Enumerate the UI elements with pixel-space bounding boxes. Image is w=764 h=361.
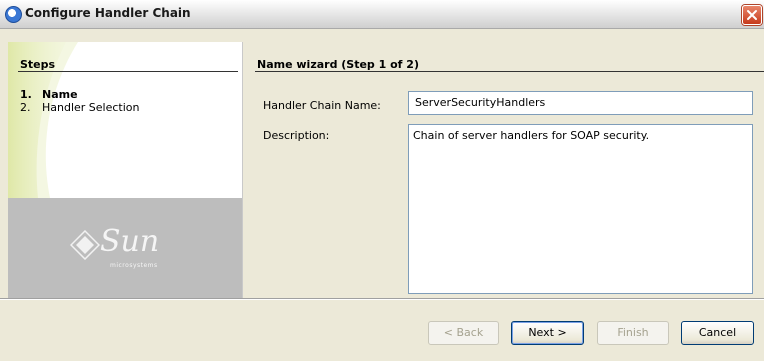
sun-diamond-icon <box>70 230 100 260</box>
dialog-window: Configure Handler Chain Steps 1. Name 2. H… <box>0 0 764 361</box>
sun-logo: Sun microsystems <box>70 220 180 280</box>
window-title: Configure Handler Chain <box>25 6 191 20</box>
logo-area: Sun microsystems <box>8 198 242 298</box>
description-label: Description: <box>263 129 330 142</box>
description-textarea[interactable]: Chain of server handlers for SOAP securi… <box>408 124 753 294</box>
app-icon <box>5 6 22 23</box>
back-button[interactable]: < Back <box>428 321 499 345</box>
close-icon <box>747 10 757 20</box>
step-number: 2. <box>20 101 31 114</box>
wizard-divider <box>255 71 764 72</box>
finish-button[interactable]: Finish <box>597 321 669 345</box>
description-text: Chain of server handlers for SOAP securi… <box>413 129 650 142</box>
next-button[interactable]: Next > <box>511 321 584 345</box>
step-item-handler-selection: 2. Handler Selection <box>20 101 140 114</box>
handler-chain-name-label: Handler Chain Name: <box>263 99 381 112</box>
step-label: Name <box>42 88 78 101</box>
wizard-title: Name wizard (Step 1 of 2) <box>257 58 419 71</box>
step-item-name: 1. Name <box>20 88 78 101</box>
wizard-panel: Name wizard (Step 1 of 2) Handler Chain … <box>243 42 764 298</box>
logo-subtext: microsystems <box>110 262 158 269</box>
cancel-button[interactable]: Cancel <box>681 321 754 345</box>
step-label: Handler Selection <box>42 101 140 114</box>
steps-divider <box>18 71 238 72</box>
logo-text: Sun <box>100 224 160 259</box>
steps-panel: Steps 1. Name 2. Handler Selection Sun mic… <box>8 42 243 298</box>
button-separator <box>0 298 764 300</box>
handler-chain-name-input[interactable]: ServerSecurityHandlers <box>408 91 753 115</box>
step-number: 1. <box>20 88 32 101</box>
close-button[interactable] <box>742 5 762 25</box>
steps-heading: Steps <box>20 58 56 71</box>
title-bar[interactable]: Configure Handler Chain <box>0 0 764 29</box>
